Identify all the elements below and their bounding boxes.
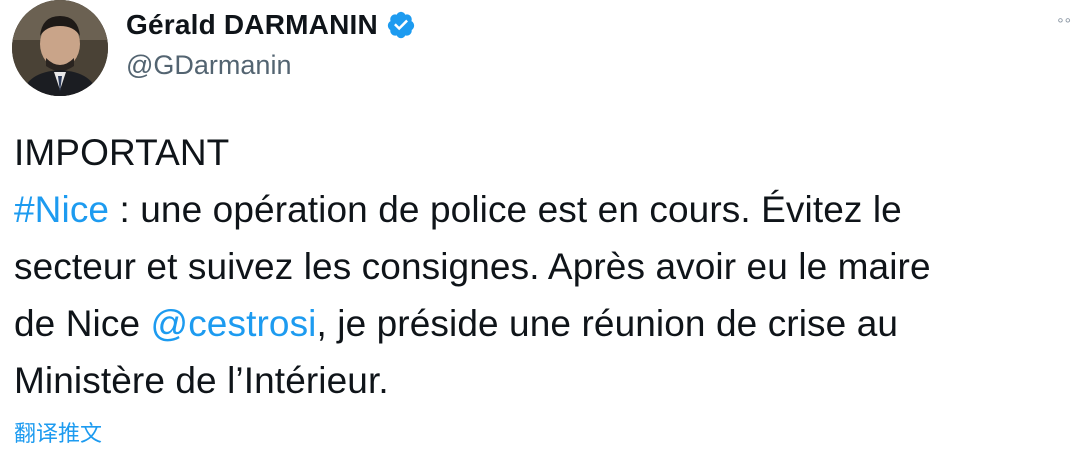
tweet-card: Gérald DARMANIN @GDarmanin °° IMPORTANT …: [0, 0, 1080, 457]
tweet-line-2: #Nice : une opération de police est en c…: [14, 181, 1074, 238]
display-name[interactable]: Gérald DARMANIN: [126, 9, 378, 41]
tweet-line-5: Ministère de l’Intérieur.: [14, 352, 1074, 409]
tweet-line-2-text: : une opération de police est en cours. …: [109, 189, 902, 230]
tweet-line-5-text: Ministère de l’Intérieur.: [14, 360, 389, 401]
tweet-text: IMPORTANT #Nice : une opération de polic…: [14, 124, 1074, 409]
author-handle[interactable]: @GDarmanin: [126, 50, 416, 81]
verified-badge-icon: [387, 11, 415, 39]
tweet-line-4-rest: , je préside une réunion de crise au: [316, 303, 899, 344]
display-name-row: Gérald DARMANIN: [126, 6, 416, 44]
tweet-line-4: de Nice @cestrosi, je préside une réunio…: [14, 295, 1074, 352]
tweet-line-3-text: secteur et suivez les consignes. Après a…: [14, 246, 931, 287]
tweet-line-1: IMPORTANT: [14, 124, 1074, 181]
tweet-line-1-text: IMPORTANT: [14, 132, 230, 173]
mention-link[interactable]: @cestrosi: [151, 303, 317, 344]
hashtag-link[interactable]: #Nice: [14, 189, 109, 230]
translate-tweet-link[interactable]: 翻译推文: [14, 416, 102, 448]
avatar[interactable]: [12, 0, 108, 96]
avatar-photo-icon: [12, 0, 108, 96]
tweet-line-4-start: de Nice: [14, 303, 151, 344]
more-options-icon[interactable]: °°: [1057, 16, 1072, 34]
tweet-header: Gérald DARMANIN @GDarmanin °°: [12, 0, 1072, 100]
author-names: Gérald DARMANIN @GDarmanin: [126, 6, 416, 81]
tweet-line-3: secteur et suivez les consignes. Après a…: [14, 238, 1074, 295]
